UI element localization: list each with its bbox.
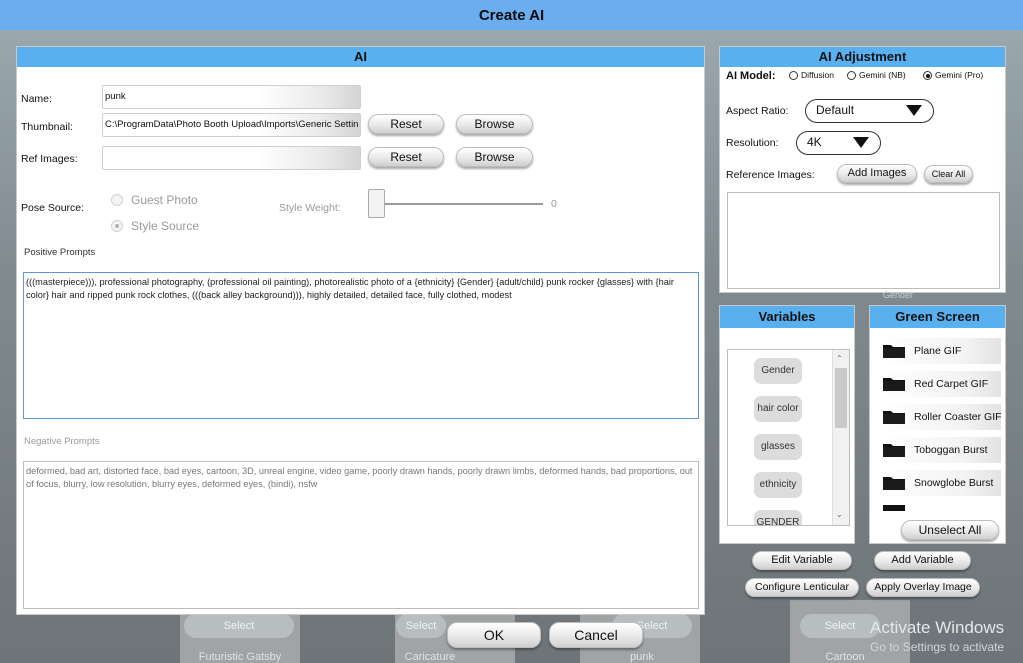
chevron-down-icon [906, 105, 922, 116]
add-images-button[interactable]: Add Images [837, 164, 917, 183]
positive-prompts-textarea[interactable]: (((masterpiece))), professional photogra… [23, 272, 699, 419]
resolution-value: 4K [807, 135, 822, 149]
green-screen-item-label: Red Carpet GIF [914, 378, 989, 390]
folder-icon [883, 444, 905, 457]
aspect-ratio-value: Default [816, 103, 855, 117]
green-screen-item[interactable]: Roller Coaster GIF [879, 404, 1002, 430]
scrollbar-thumb[interactable] [835, 368, 847, 428]
add-variable-button[interactable]: Add Variable [874, 551, 971, 570]
thumbnail-browse-button[interactable]: Browse [456, 114, 533, 134]
scroll-up-icon[interactable]: ⌃ [836, 354, 843, 363]
model-gemini-pro-radio[interactable] [923, 71, 932, 80]
resolution-dropdown[interactable]: 4K [796, 131, 881, 155]
folder-icon [883, 477, 905, 490]
ref-images-reset-button[interactable]: Reset [368, 147, 444, 167]
variables-header: Variables [720, 306, 854, 328]
aspect-ratio-dropdown[interactable]: Default [805, 99, 934, 123]
negative-prompts-label: Negative Prompts [24, 436, 100, 447]
resolution-label: Resolution: [726, 137, 779, 149]
thumbnail-reset-button[interactable]: Reset [368, 114, 444, 134]
ref-images-label: Ref Images: [21, 153, 78, 165]
apply-overlay-image-button[interactable]: Apply Overlay Image [866, 578, 980, 597]
reference-images-label: Reference Images: [726, 169, 815, 181]
scroll-down-icon[interactable]: ⌄ [836, 510, 843, 519]
model-gemini-nb-radio[interactable] [847, 71, 856, 80]
green-screen-item-label: Toboggan Burst [914, 444, 988, 456]
ai-adjustment-header: AI Adjustment [720, 47, 1005, 67]
pose-guest-photo-radio[interactable] [111, 194, 123, 206]
folder-icon [883, 411, 905, 424]
chevron-down-icon [853, 137, 869, 148]
name-field[interactable]: punk [102, 85, 361, 109]
green-screen-header: Green Screen [870, 306, 1005, 328]
bg-select-button: Select [396, 614, 446, 638]
bg-select-button: Select [184, 614, 294, 638]
configure-lenticular-button[interactable]: Configure Lenticular [745, 578, 859, 597]
green-screen-item-label: Plane GIF [914, 345, 962, 357]
style-weight-track [377, 203, 543, 205]
clear-all-button[interactable]: Clear All [924, 165, 973, 183]
activate-windows-title: Activate Windows [870, 618, 1005, 637]
ai-adjustment-panel: AI Adjustment AI Model: Diffusion Gemini… [719, 46, 1006, 293]
bg-tile-label: Futuristic Gatsby [198, 651, 282, 663]
folder-icon [883, 505, 905, 511]
positive-prompts-label: Positive Prompts [24, 247, 96, 258]
model-gemini-nb-label: Gemini (NB) [859, 70, 906, 80]
pose-guest-photo-label: Guest Photo [131, 193, 198, 207]
green-screen-item[interactable]: Red Carpet GIF [879, 371, 1001, 397]
name-label: Name: [21, 93, 52, 105]
reference-images-list[interactable] [727, 192, 1000, 289]
bg-gender-hint: Gender [883, 290, 914, 300]
activate-windows-subtitle: Go to Settings to activate [870, 640, 1005, 654]
pose-style-source-radio[interactable] [111, 220, 123, 232]
edit-variable-button[interactable]: Edit Variable [752, 551, 852, 570]
variables-list[interactable]: Gender hair color glasses ethnicity GEND… [727, 349, 850, 526]
variable-chip[interactable]: GENDER [754, 510, 802, 525]
style-weight-slider-thumb[interactable] [368, 189, 385, 218]
ai-model-label: AI Model: [726, 70, 776, 82]
green-screen-item[interactable]: Snowglobe Burst [879, 470, 1001, 496]
bg-tile-label: Caricature [404, 651, 456, 663]
bg-select-button: Select [800, 614, 880, 638]
variable-chip[interactable]: Gender [754, 358, 802, 384]
pose-source-label: Pose Source: [21, 202, 85, 214]
aspect-ratio-label: Aspect Ratio: [726, 105, 789, 117]
ref-images-field[interactable] [102, 146, 361, 170]
ai-panel-header: AI [17, 47, 704, 67]
green-screen-item-label: Roller Coaster GIF [914, 411, 1002, 423]
negative-prompts-textarea[interactable]: deformed, bad art, distorted face, bad e… [23, 461, 699, 609]
unselect-all-button[interactable]: Unselect All [901, 520, 999, 540]
pose-style-source-label: Style Source [131, 219, 200, 233]
ref-images-browse-button[interactable]: Browse [456, 147, 533, 167]
thumbnail-path-field[interactable]: C:\ProgramData\Photo Booth Upload\Import… [102, 113, 361, 137]
folder-icon [883, 378, 905, 391]
green-screen-panel: Green Screen Plane GIF Red Carpet GIF Ro… [869, 305, 1006, 544]
model-diffusion-radio[interactable] [789, 71, 798, 80]
ok-button[interactable]: OK [447, 622, 541, 648]
model-gemini-pro-label: Gemini (Pro) [935, 70, 984, 80]
variable-chip[interactable]: ethnicity [754, 472, 802, 498]
style-weight-value: 0 [551, 198, 557, 210]
cancel-button[interactable]: Cancel [549, 622, 643, 648]
folder-icon [883, 345, 905, 358]
style-weight-label: Style Weight: [279, 202, 341, 214]
variables-scrollbar[interactable]: ⌃ ⌄ [832, 350, 849, 525]
ai-panel: AI Name: punk Thumbnail: C:\ProgramData\… [16, 46, 705, 615]
green-screen-item[interactable]: Plane GIF [879, 338, 1001, 364]
window-title: Create AI [0, 0, 1023, 30]
thumbnail-label: Thumbnail: [21, 121, 73, 133]
bg-tile-label: punk [630, 651, 654, 663]
variable-chip[interactable]: glasses [754, 434, 802, 460]
model-diffusion-label: Diffusion [801, 70, 834, 80]
green-screen-item[interactable]: Toboggan Burst [879, 437, 1001, 463]
variables-panel: Variables Gender hair color glasses ethn… [719, 305, 855, 544]
green-screen-item-label: Snowglobe Burst [914, 477, 994, 489]
variable-chip[interactable]: hair color [754, 396, 802, 422]
